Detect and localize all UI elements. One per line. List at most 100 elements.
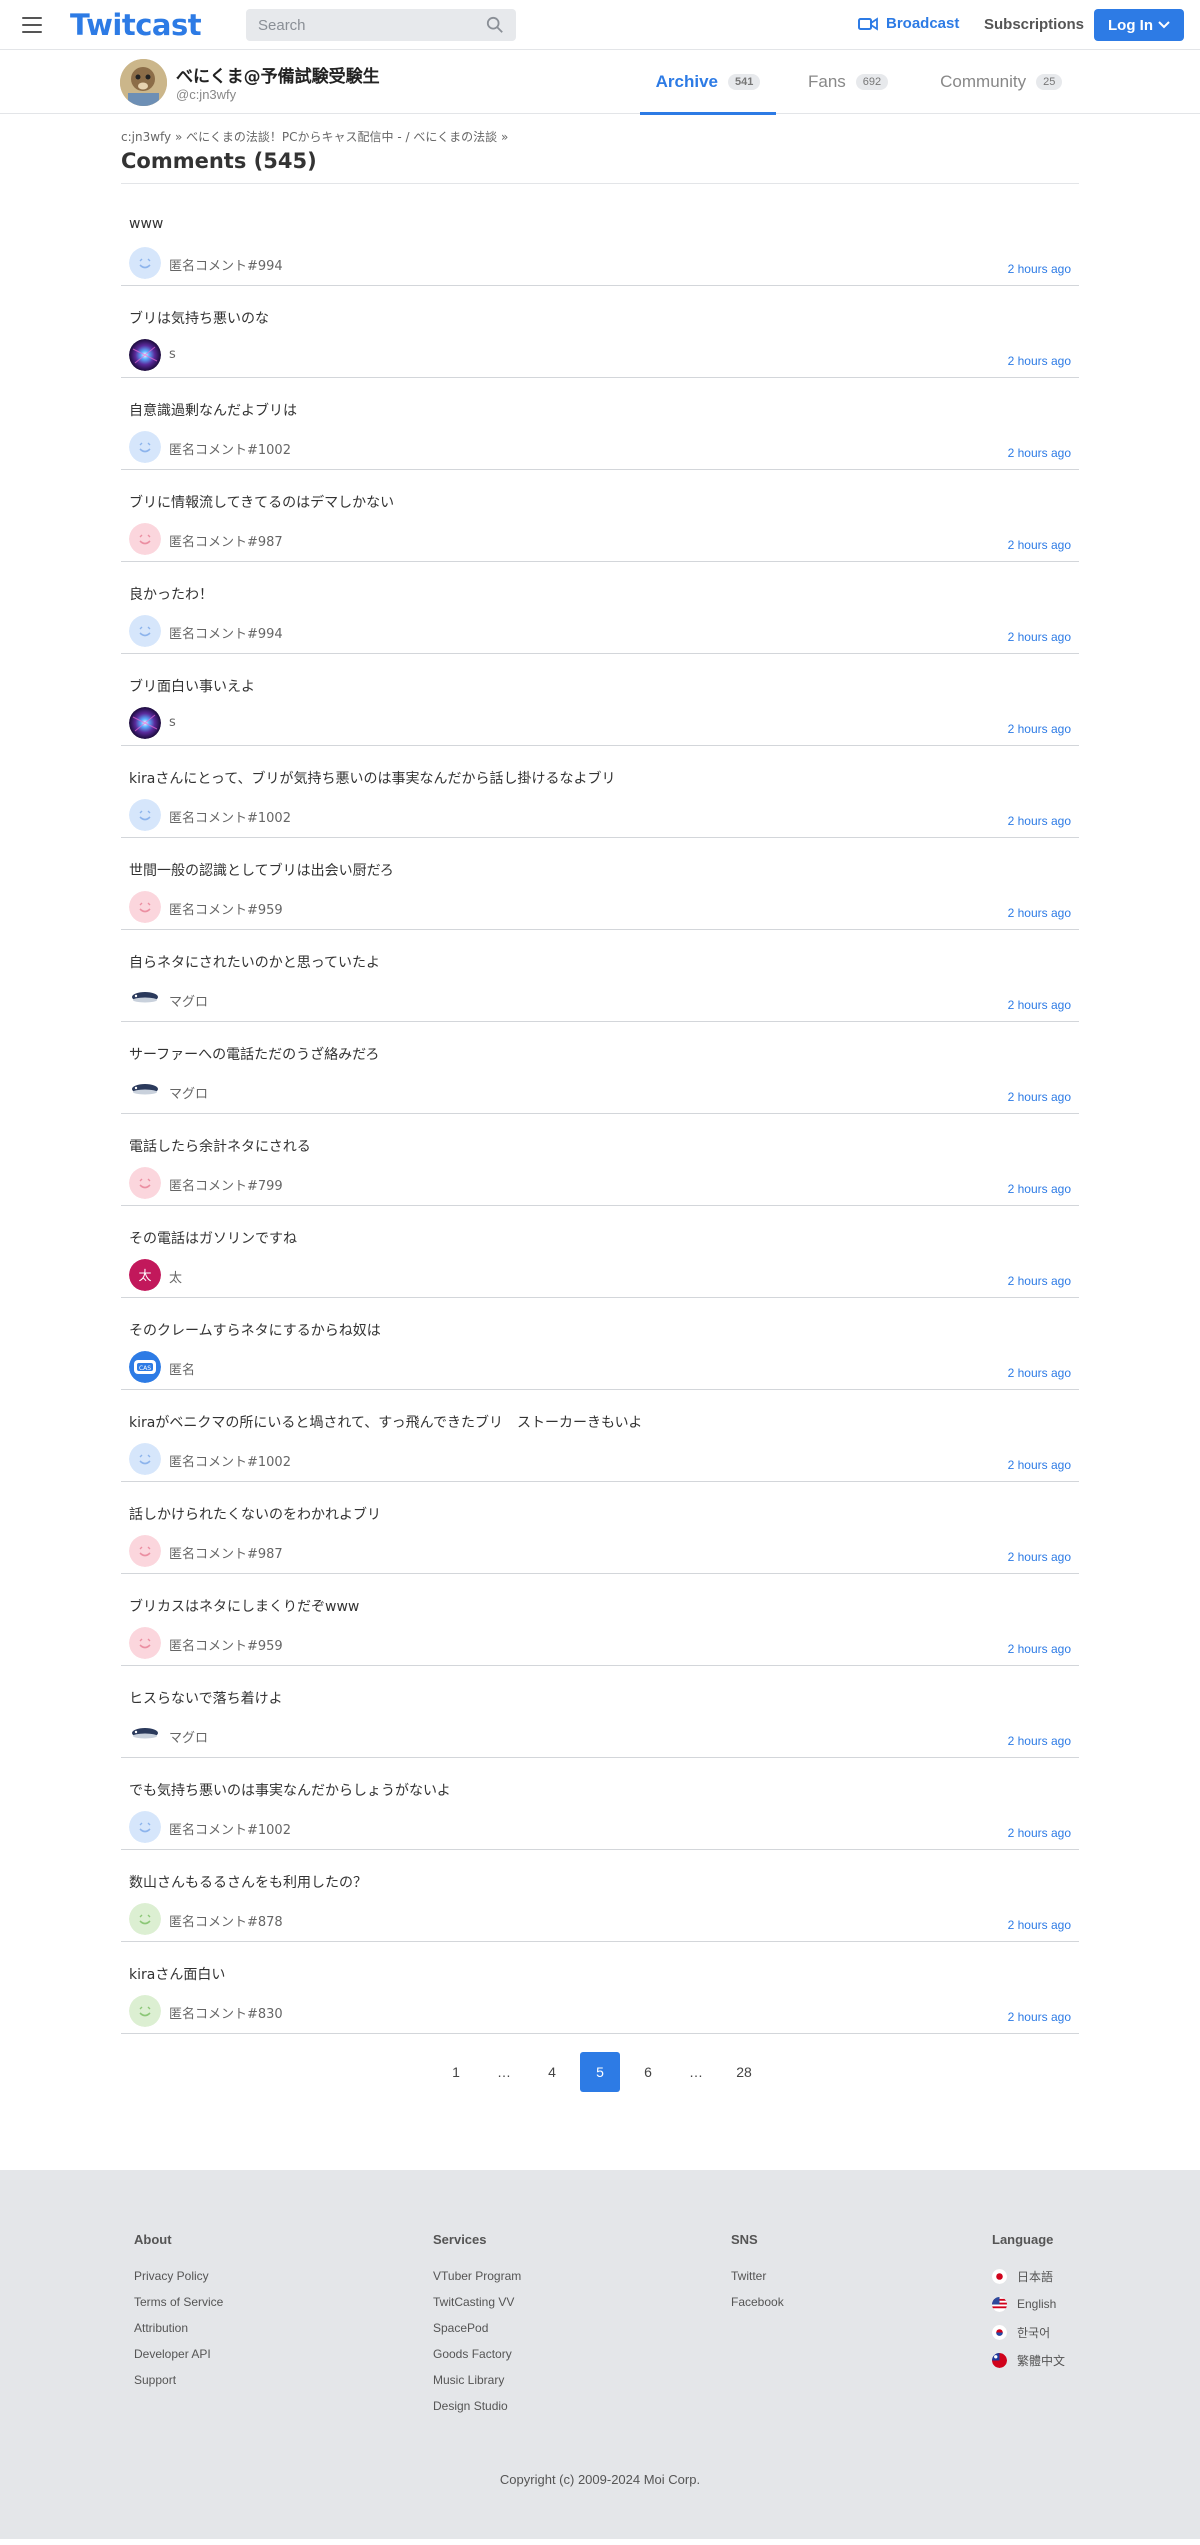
comment-author[interactable]: 匿名コメント#799 [169, 1175, 283, 1194]
footer-link[interactable]: SpacePod [433, 2321, 521, 2335]
comment-author[interactable]: 匿名コメント#994 [169, 623, 283, 642]
comment-timestamp[interactable]: 2 hours ago [1008, 538, 1071, 552]
comment-timestamp[interactable]: 2 hours ago [1008, 1642, 1071, 1656]
footer-link[interactable]: 한국어 [992, 2324, 1065, 2340]
comment-avatar[interactable] [129, 1903, 161, 1935]
comment-avatar[interactable] [129, 615, 161, 647]
comment-timestamp[interactable]: 2 hours ago [1008, 1826, 1071, 1840]
comment-timestamp[interactable]: 2 hours ago [1008, 906, 1071, 920]
comment-author[interactable]: マグロ [169, 991, 208, 1010]
comment-author[interactable]: s [169, 715, 176, 730]
comment-author[interactable]: 匿名コメント#987 [169, 1543, 283, 1562]
comment-avatar[interactable] [129, 1811, 161, 1843]
profile-avatar[interactable] [120, 59, 167, 106]
comment-author[interactable]: 匿名 [169, 1359, 195, 1378]
footer-link[interactable]: TwitCasting VV [433, 2295, 521, 2309]
comment-avatar[interactable] [129, 1627, 161, 1659]
comment-timestamp[interactable]: 2 hours ago [1008, 1734, 1071, 1748]
comment-avatar[interactable] [129, 707, 161, 739]
comment-timestamp[interactable]: 2 hours ago [1008, 722, 1071, 736]
comment-avatar[interactable] [129, 1443, 161, 1475]
footer-link[interactable]: VTuber Program [433, 2269, 521, 2283]
comment-timestamp[interactable]: 2 hours ago [1008, 1918, 1071, 1932]
comment-avatar[interactable] [129, 799, 161, 831]
page-link-4[interactable]: 4 [532, 2052, 572, 2092]
comment-author[interactable]: 匿名コメント#1002 [169, 807, 291, 826]
comment-avatar[interactable] [129, 247, 161, 279]
comment-timestamp[interactable]: 2 hours ago [1008, 446, 1071, 460]
comment-avatar[interactable] [129, 1167, 161, 1199]
footer-link[interactable]: Privacy Policy [134, 2269, 223, 2283]
menu-icon[interactable] [22, 17, 42, 33]
footer-link[interactable]: Design Studio [433, 2399, 521, 2413]
comment-timestamp[interactable]: 2 hours ago [1008, 998, 1071, 1012]
broadcast-button[interactable]: Broadcast [858, 15, 959, 32]
page-link-5[interactable]: 5 [580, 2052, 620, 2092]
comment-avatar[interactable] [129, 1719, 161, 1751]
comment-timestamp[interactable]: 2 hours ago [1008, 354, 1071, 368]
tab-archive[interactable]: Archive 541 [640, 50, 776, 115]
comment-author[interactable]: 匿名コメント#1002 [169, 1451, 291, 1470]
comment-timestamp[interactable]: 2 hours ago [1008, 1550, 1071, 1564]
comment-avatar[interactable] [129, 983, 161, 1015]
comment-timestamp[interactable]: 2 hours ago [1008, 1458, 1071, 1472]
comment-avatar[interactable] [129, 339, 161, 371]
footer-link[interactable]: Developer API [134, 2347, 223, 2361]
breadcrumb-user[interactable]: c:jn3wfy [121, 130, 171, 144]
page-link-1[interactable]: 1 [436, 2052, 476, 2092]
comment-timestamp[interactable]: 2 hours ago [1008, 1182, 1071, 1196]
comment-author[interactable]: 匿名コメント#830 [169, 2003, 283, 2022]
comment-timestamp[interactable]: 2 hours ago [1008, 262, 1071, 276]
comment-avatar[interactable] [129, 523, 161, 555]
tab-community[interactable]: Community 25 [924, 50, 1078, 114]
comment-author[interactable]: 匿名コメント#959 [169, 1635, 283, 1654]
comment-avatar[interactable] [129, 431, 161, 463]
footer-link[interactable]: Goods Factory [433, 2347, 521, 2361]
comment-author[interactable]: 太 [169, 1267, 182, 1286]
comment-author[interactable]: 匿名コメント#1002 [169, 1819, 291, 1838]
login-button[interactable]: Log In [1094, 9, 1184, 41]
footer-link-label: VTuber Program [433, 2269, 522, 2283]
search-icon[interactable] [486, 16, 504, 34]
subscriptions-link[interactable]: Subscriptions [984, 16, 1084, 33]
comment-avatar[interactable] [129, 1075, 161, 1107]
comment-author[interactable]: 匿名コメント#994 [169, 255, 283, 274]
profile-name[interactable]: べにくま@予備試験受験生 [176, 62, 380, 87]
footer-link[interactable]: Facebook [731, 2295, 784, 2309]
comment-avatar[interactable] [129, 891, 161, 923]
comment-avatar[interactable]: 太 [129, 1259, 161, 1291]
footer-link[interactable]: Terms of Service [134, 2295, 223, 2309]
comment-timestamp[interactable]: 2 hours ago [1008, 630, 1071, 644]
footer-link[interactable]: Attribution [134, 2321, 223, 2335]
page-link-6[interactable]: 6 [628, 2052, 668, 2092]
comment-author[interactable]: マグロ [169, 1083, 208, 1102]
comment-author[interactable]: s [169, 347, 176, 362]
comment-avatar[interactable] [129, 1535, 161, 1567]
comment-timestamp[interactable]: 2 hours ago [1008, 2010, 1071, 2024]
comment-row: サーファーへの電話ただのうざ絡みだろ マグロ 2 hours ago [121, 1022, 1079, 1114]
tab-fans[interactable]: Fans 692 [792, 50, 904, 114]
search-input[interactable] [258, 16, 486, 34]
footer-link[interactable]: 繁體中文 [992, 2352, 1065, 2368]
comment-author[interactable]: 匿名コメント#878 [169, 1911, 283, 1930]
comment-timestamp[interactable]: 2 hours ago [1008, 1274, 1071, 1288]
comment-timestamp[interactable]: 2 hours ago [1008, 814, 1071, 828]
comment-timestamp[interactable]: 2 hours ago [1008, 1366, 1071, 1380]
breadcrumb-movie[interactable]: べにくまの法談！PCからキャス配信中 - / べにくまの法談 [186, 130, 497, 144]
page-link-28[interactable]: 28 [724, 2052, 764, 2092]
comment-author[interactable]: 匿名コメント#1002 [169, 439, 291, 458]
footer-link[interactable]: English [992, 2296, 1065, 2312]
comment-author[interactable]: 匿名コメント#959 [169, 899, 283, 918]
comment-row: ブリは気持ち悪いのな s 2 hours ago [121, 286, 1079, 378]
footer-link[interactable]: Music Library [433, 2373, 521, 2387]
comment-avatar[interactable]: CAS [129, 1351, 161, 1383]
comment-avatar[interactable] [129, 1995, 161, 2027]
twitcast-logo[interactable]: Twitcast [70, 8, 202, 42]
footer-link[interactable]: 日本語 [992, 2268, 1065, 2284]
footer-link[interactable]: Support [134, 2373, 223, 2387]
comment-author[interactable]: 匿名コメント#987 [169, 531, 283, 550]
footer-link[interactable]: Twitter [731, 2269, 784, 2283]
breadcrumb-separator: » [174, 130, 183, 144]
comment-author[interactable]: マグロ [169, 1727, 208, 1746]
comment-timestamp[interactable]: 2 hours ago [1008, 1090, 1071, 1104]
